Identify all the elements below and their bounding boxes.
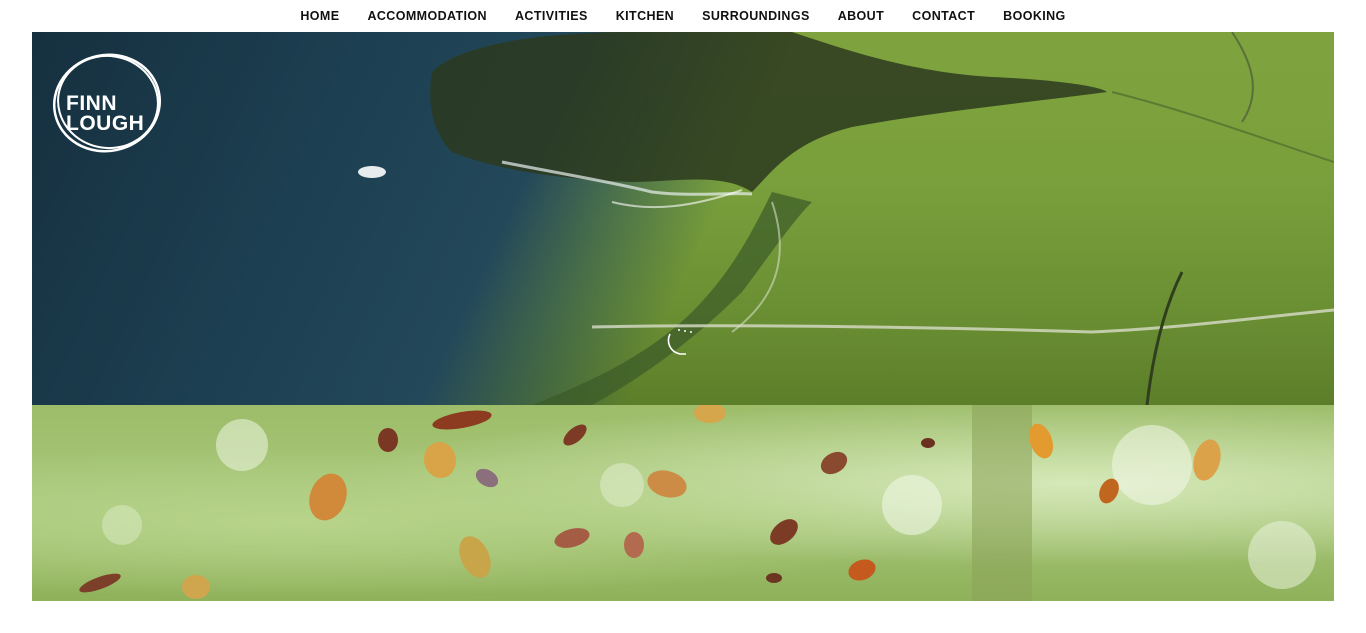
nav-about[interactable]: ABOUT bbox=[838, 9, 884, 23]
hand-swipe-icon[interactable] bbox=[664, 328, 698, 362]
autumn-leaves-banner bbox=[32, 405, 1334, 601]
main-nav: HOME ACCOMMODATION ACTIVITIES KITCHEN SU… bbox=[0, 0, 1366, 32]
nav-contact[interactable]: CONTACT bbox=[912, 9, 975, 23]
nav-activities[interactable]: ACTIVITIES bbox=[515, 9, 588, 23]
logo-wordmark: FINN LOUGH bbox=[66, 92, 145, 135]
logo-line-1: FINN bbox=[66, 92, 117, 115]
nav-booking[interactable]: BOOKING bbox=[1003, 9, 1066, 23]
falling-leaves-image bbox=[79, 405, 1316, 601]
nav-surroundings[interactable]: SURROUNDINGS bbox=[702, 9, 810, 23]
logo-line-2: LOUGH bbox=[66, 112, 145, 135]
hero-banner: FINN LOUGH bbox=[32, 32, 1334, 405]
nav-home[interactable]: HOME bbox=[300, 9, 339, 23]
nav-accommodation[interactable]: ACCOMMODATION bbox=[367, 9, 487, 23]
nav-kitchen[interactable]: KITCHEN bbox=[616, 9, 674, 23]
